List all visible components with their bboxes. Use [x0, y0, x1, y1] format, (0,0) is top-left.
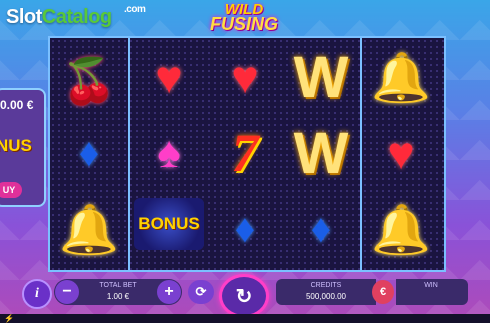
heart-icon: ♥: [231, 51, 259, 103]
win-label: WIN: [424, 282, 438, 289]
game-logo: WILD FUSING: [196, 2, 292, 34]
seven-icon: 7: [231, 123, 259, 183]
currency-button[interactable]: €: [372, 280, 394, 304]
cherry-icon: 🍒: [61, 57, 117, 106]
total-bet-label: TOTAL BET: [99, 282, 137, 289]
info-button[interactable]: i: [22, 279, 52, 309]
credits-label: CREDITS: [310, 282, 342, 289]
lightning-icon: ⚡: [4, 314, 14, 323]
bonus-buy-title: NUS: [0, 136, 32, 155]
bell-icon: 🔔: [371, 203, 431, 257]
increase-bet-button[interactable]: +: [157, 280, 181, 304]
autoplay-button[interactable]: ⟳: [188, 280, 214, 304]
wild-icon: W: [293, 44, 349, 110]
bell-icon: 🔔: [59, 203, 119, 257]
site-watermark: SlotCatalog .com: [6, 4, 146, 29]
watermark-part-a: Slot: [6, 6, 42, 28]
bonus-icon: BONUS: [134, 198, 204, 250]
control-bar: i − TOTAL BET 1.00 € + ⟳ ↻ CREDITS 500,0…: [0, 274, 490, 318]
autoplay-icon: ⟳: [195, 284, 207, 299]
wild-icon: W: [293, 120, 349, 186]
watermark-part-b: Catalog: [41, 6, 112, 28]
total-bet-value: 1.00 €: [106, 292, 130, 301]
logo-line-2: FUSING: [209, 14, 278, 34]
diamond-icon: ♦: [78, 130, 100, 175]
watermark-suffix: .com: [124, 4, 146, 15]
credits-value: 500,000.00: [305, 292, 347, 301]
reel-area: 🍒 ♦ 🔔 ♥ ♠ BONUS ♥ 7 ♦ W W ♦ 🔔 ♥ 🔔: [48, 36, 446, 272]
diamond-icon: ♦: [310, 206, 332, 251]
bonus-buy-button[interactable]: UY: [0, 182, 22, 198]
decrease-bet-button[interactable]: −: [55, 280, 79, 304]
diamond-icon: ♦: [234, 206, 256, 251]
bonus-buy-panel: 0.00 € NUS UY: [0, 88, 46, 207]
footer-strip: [0, 314, 490, 323]
spade-icon: ♠: [157, 128, 181, 177]
spin-icon: ↻: [235, 285, 253, 308]
heart-icon: ♥: [155, 51, 183, 103]
heart-icon: ♥: [387, 127, 415, 179]
spin-button[interactable]: ↻: [219, 274, 269, 318]
bell-icon: 🔔: [371, 51, 431, 105]
bonus-buy-price: 0.00 €: [0, 98, 34, 112]
